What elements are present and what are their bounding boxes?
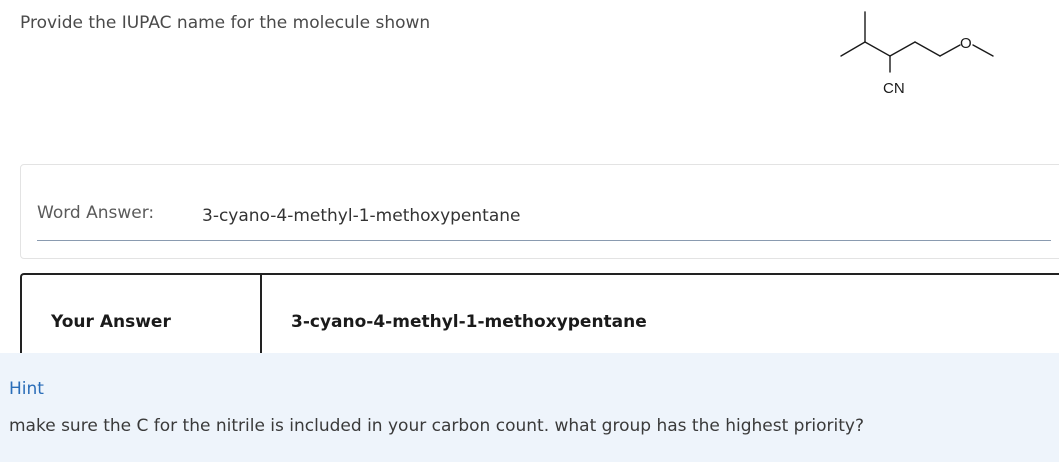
molecule-structure: O CN: [840, 11, 994, 97]
word-answer-input[interactable]: [37, 191, 1051, 241]
question-prompt: Provide the IUPAC name for the molecule …: [20, 13, 431, 33]
hint-title[interactable]: Hint: [9, 379, 44, 399]
bond-methyl-left: [840, 41, 866, 57]
bond-c4-c3: [864, 41, 891, 57]
bond-c2-c1: [914, 41, 941, 57]
bond-c3-c2: [889, 41, 916, 57]
bond-c1-o: [939, 44, 961, 57]
your-answer-value: 3-cyano-4-methyl-1-methoxypentane: [291, 312, 647, 332]
nitrile-label: CN: [883, 80, 905, 97]
word-answer-card: Word Answer:: [20, 164, 1059, 259]
word-answer-label: Word Answer:: [37, 203, 155, 223]
your-answer-label: Your Answer: [51, 312, 171, 332]
hint-text: make sure the C for the nitrile is inclu…: [9, 416, 865, 436]
oxygen-label: O: [960, 35, 972, 52]
hint-panel: Hint make sure the C for the nitrile is …: [0, 353, 1059, 462]
bond-o-methyl: [972, 44, 994, 57]
